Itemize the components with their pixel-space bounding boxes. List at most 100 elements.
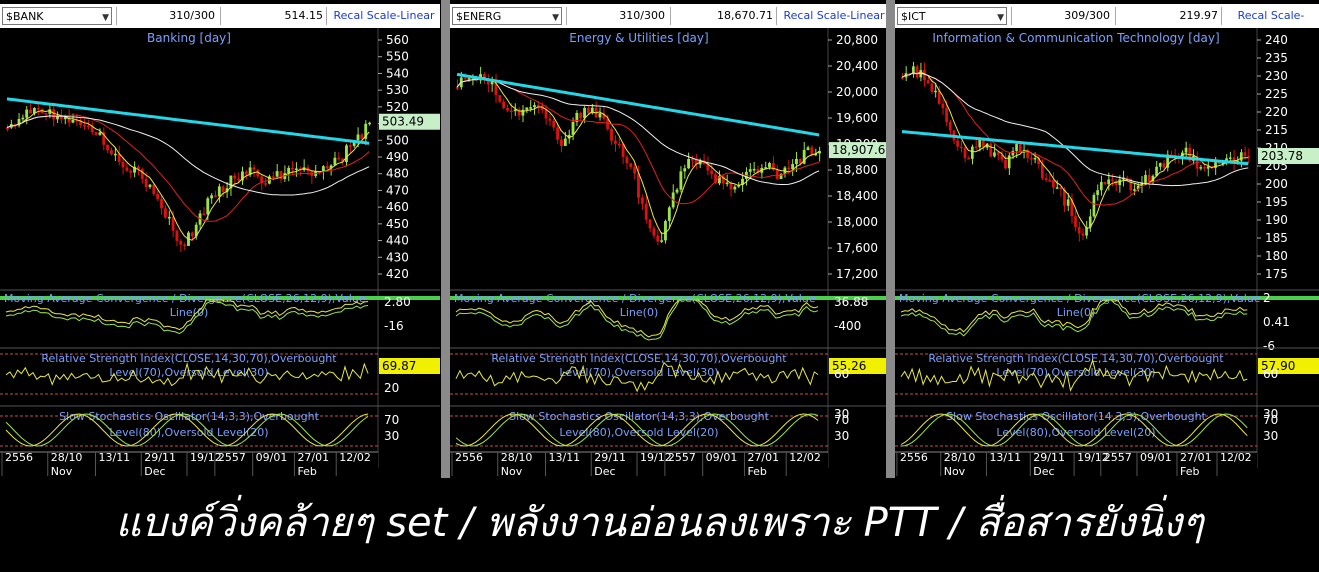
candle-body [1107, 179, 1110, 185]
panel-divider[interactable] [886, 0, 895, 478]
recal-scale-button[interactable]: Recal Scale-Linear [1221, 7, 1319, 40]
candle-body [148, 184, 152, 188]
date-label: 2557 [668, 451, 696, 464]
date-label: 29/11 [1033, 451, 1065, 464]
chart-panel-energy[interactable]: $ENERG ▼ 310/300 18,670.71 Recal Scale-Li… [450, 0, 890, 478]
candle-body [967, 158, 970, 160]
caption-text: แบงค์วิ่งคล้ายๆ set / พลังงานอ่อนลงเพราะ… [0, 478, 1319, 572]
candle-body [563, 138, 567, 146]
symbol-value: $BANK [6, 10, 44, 23]
chart-canvas[interactable]: 20,80020,40020,00019,60019,20018,80018,4… [450, 28, 890, 478]
symbol-select[interactable]: $BANK ▼ [2, 7, 112, 25]
date-label: 2557 [218, 451, 246, 464]
candle-body [548, 118, 552, 121]
month-label: Nov [51, 465, 73, 478]
candle-body [98, 132, 102, 135]
candle-body [752, 168, 756, 171]
price-tick-label: 430 [386, 250, 409, 264]
chart-toolbar: $BANK ▼ 310/300 514.15 Recal Scale-Linear [0, 4, 440, 28]
candle-body [129, 170, 133, 173]
price-tick-label: 20,000 [836, 85, 878, 99]
date-label: 2556 [5, 451, 33, 464]
candle-body [710, 170, 714, 175]
candle-body [768, 163, 771, 168]
candle-body [945, 108, 948, 123]
candle-body [583, 107, 586, 118]
recal-scale-button[interactable]: Recal Scale-Linear [326, 7, 440, 25]
candle-body [1074, 216, 1077, 228]
candle-body [1081, 233, 1085, 236]
candle-body [110, 150, 113, 155]
candle-body [463, 77, 467, 80]
chart-canvas[interactable]: 5605505405305205105004904804704604504404… [0, 28, 440, 478]
candle-body [214, 195, 217, 197]
rsi-axis-label: 60 [1263, 367, 1278, 381]
candle-body [934, 90, 937, 93]
date-label: 13/11 [989, 451, 1021, 464]
price-tick-label: 460 [386, 200, 409, 214]
candle-body [1099, 182, 1103, 191]
candle-body [1033, 157, 1037, 160]
symbol-select[interactable]: $ICT ▼ [897, 7, 1007, 25]
chevron-down-icon[interactable]: ▼ [102, 9, 109, 27]
candle-body [795, 158, 798, 165]
chart-canvas[interactable]: 2402352302252202152102052001951901851801… [895, 28, 1319, 478]
candle-body [244, 171, 248, 175]
candle-body [536, 105, 540, 107]
macd-title: Moving Average Convergence / Divergence(… [454, 292, 816, 305]
last-price-label: 503.49 [382, 115, 424, 129]
chart-panel-ict[interactable]: $ICT▼ 309/300 219.97 Recal Scale-Linear … [895, 0, 1319, 478]
price-tick-label: 450 [386, 217, 409, 231]
price-tick-label: 200 [1265, 177, 1288, 191]
candle-body [679, 171, 683, 190]
recal-scale-button[interactable]: Recal Scale-Linear [776, 7, 890, 25]
price-tick-label: 235 [1265, 51, 1288, 65]
date-label: 28/10 [501, 451, 533, 464]
candle-body [348, 145, 352, 147]
chart-title: Banking [day] [147, 31, 231, 45]
date-label: 13/11 [548, 451, 580, 464]
candle-body [221, 186, 225, 192]
rsi-title: Relative Strength Index(CLOSE,14,30,70),… [491, 352, 787, 365]
price-tick-label: 540 [386, 66, 409, 80]
candle-body [579, 112, 583, 118]
month-label: Dec [1033, 465, 1054, 478]
symbol-select[interactable]: $ENERG ▼ [452, 7, 562, 25]
candle-body [633, 167, 637, 174]
price-tick-label: 20,800 [836, 33, 878, 47]
candle-body [640, 197, 644, 204]
panel-divider[interactable] [441, 0, 450, 478]
stoch-title-2: Level(80),Oversold Level(20) [109, 426, 268, 439]
date-label: 12/02 [339, 451, 371, 464]
candle-body [140, 169, 144, 179]
macd-line-label: Line(0) [620, 306, 659, 319]
candle-body [287, 167, 291, 174]
candle-body [533, 105, 536, 108]
candle-body [1029, 157, 1033, 160]
month-label: Nov [944, 465, 966, 478]
price-tick-label: 530 [386, 83, 409, 97]
candle-body [294, 168, 298, 170]
chart-panel-bank[interactable]: $BANK ▼ 310/300 514.15 Recal Scale-Linear… [0, 0, 440, 478]
candle-body [333, 157, 337, 166]
price-tick-label: 220 [1265, 105, 1288, 119]
candle-body [179, 240, 183, 245]
candle-body [1096, 190, 1099, 195]
chevron-down-icon[interactable]: ▼ [552, 9, 559, 27]
candle-body [926, 80, 930, 84]
date-label: 28/10 [944, 451, 976, 464]
price-tick-label: 230 [1265, 69, 1288, 83]
date-label: 09/01 [256, 451, 288, 464]
chevron-down-icon[interactable]: ▼ [997, 9, 1004, 27]
candle-body [687, 158, 691, 169]
candle-body [1052, 180, 1055, 188]
price-tick-label: 480 [386, 167, 409, 181]
symbol-value: $ICT [901, 10, 926, 23]
candle-body [183, 244, 187, 247]
candle-body [974, 146, 978, 149]
candle-body [617, 143, 621, 146]
price-tick-label: 550 [386, 50, 409, 64]
stoch-title: Slow Stochastics Oscillator(14,3,3),Over… [946, 410, 1206, 423]
candle-body [1077, 227, 1081, 234]
candle-body [652, 228, 656, 236]
